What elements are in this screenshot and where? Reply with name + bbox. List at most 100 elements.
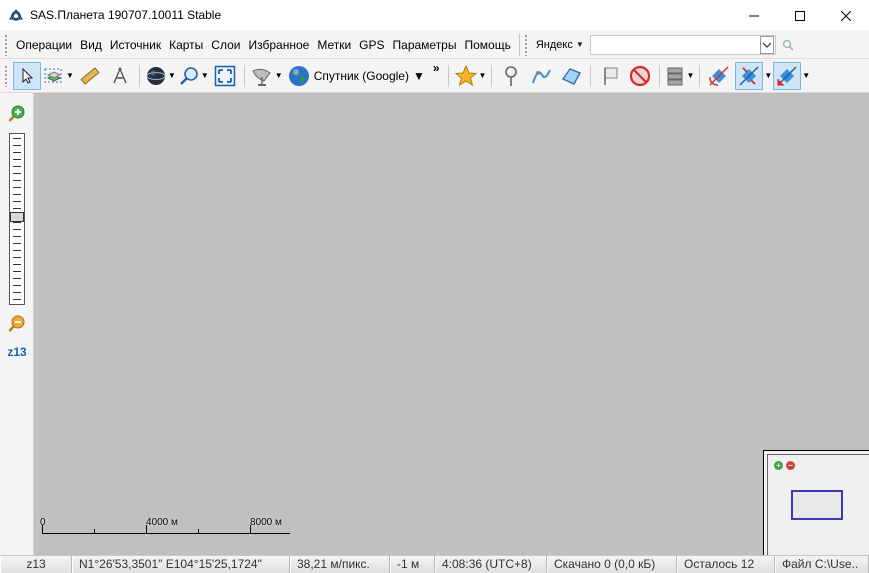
menu-maps[interactable]: Карты [165, 35, 207, 55]
toolbar-separator [699, 64, 701, 87]
search-engine-select[interactable]: Яндекс ▼ [536, 39, 584, 51]
zoom-slider-tick [13, 257, 21, 258]
maximize-button[interactable] [777, 0, 823, 31]
cache-button[interactable]: ▼ [665, 62, 694, 90]
zoom-slider-tick [13, 299, 21, 300]
minimap-zoom-in-icon[interactable]: + [774, 461, 783, 470]
zoom-in-icon[interactable] [8, 105, 26, 123]
search-icon[interactable] [782, 39, 794, 51]
pin-icon [505, 65, 518, 86]
minimap-viewport[interactable] [791, 490, 843, 520]
zoom-slider-tick [13, 159, 21, 160]
gps-center-button[interactable] [773, 61, 802, 90]
chevron-down-icon: ▼ [274, 71, 283, 80]
status-downloaded: Скачано 0 (0,0 кБ) [547, 556, 677, 573]
zoom-slider-tick [13, 229, 21, 230]
zoom-tool-button[interactable]: ▼ [178, 62, 209, 90]
zoom-out-icon[interactable] [8, 315, 26, 333]
show-marks-button[interactable] [596, 62, 624, 90]
menu-operations[interactable]: Операции [12, 35, 76, 55]
zoom-slider-thumb[interactable] [10, 212, 24, 222]
select-area-button[interactable]: ▼ [43, 62, 74, 90]
toolbar-separator [138, 64, 140, 87]
zoom-slider-tick [13, 271, 21, 272]
menu-source[interactable]: Источник [106, 35, 165, 55]
scale-tick [250, 525, 251, 534]
satellite-connect-icon [739, 66, 759, 85]
zoom-slider-tick [13, 152, 21, 153]
maximize-icon [795, 10, 805, 21]
favorites-button[interactable]: ▼ [454, 62, 487, 90]
toolbar-separator [447, 64, 449, 87]
status-resolution: 38,21 м/пикс. [290, 556, 390, 573]
menu-grip[interactable] [4, 33, 8, 56]
ruler-icon [80, 66, 100, 85]
pointer-tool-button[interactable] [13, 61, 41, 90]
map-source-label: Спутник (Google) [313, 68, 409, 83]
minimize-button[interactable] [731, 0, 777, 31]
search-engine-label: Яндекс [535, 38, 573, 51]
hide-marks-button[interactable] [626, 62, 654, 90]
chevron-down-icon: ▼ [575, 40, 584, 49]
minimap[interactable]: + − [763, 450, 869, 555]
window-title: SAS.Планета 190707.10011 Stable [30, 8, 222, 22]
compass-tool-button[interactable] [106, 62, 134, 90]
zoom-slider-tick [13, 138, 21, 139]
chevron-down-icon: ▼ [66, 71, 74, 80]
minimap-zoom-out-icon[interactable]: − [786, 461, 795, 470]
add-polygon-button[interactable] [557, 62, 585, 90]
gps-button[interactable]: ▼ [145, 62, 176, 90]
main-toolbar: ▼ ▼ ▼ ▼ Спутник (Google) ▼ » ▼ ▼ ▼ ▼ [0, 59, 869, 93]
menu-layers[interactable]: Слои [207, 35, 244, 55]
add-path-button[interactable] [527, 62, 555, 90]
toolbar-separator [590, 64, 592, 87]
fullscreen-icon [214, 65, 236, 86]
search-input[interactable] [589, 34, 776, 55]
globe-icon [288, 65, 309, 86]
marks-icon [604, 67, 618, 85]
menu-settings[interactable]: Параметры [389, 35, 461, 55]
scale-label-mid: 4000 м [146, 517, 178, 528]
scale-tick [42, 525, 43, 534]
chevron-down-icon[interactable]: ▼ [764, 71, 772, 80]
zoom-slider-tick [13, 278, 21, 279]
scale-label-end: 8000 м [250, 517, 282, 528]
satellite-signal-icon [709, 66, 729, 86]
zoom-slider-tick [13, 201, 21, 202]
close-icon [841, 10, 851, 21]
satellite-dish-icon [252, 68, 271, 86]
satellite-button[interactable]: ▼ [250, 62, 283, 90]
chevron-down-icon: ▼ [478, 71, 487, 80]
gps-connect-button[interactable] [735, 61, 764, 90]
fullscreen-button[interactable] [211, 62, 239, 90]
zoom-slider[interactable] [9, 133, 25, 305]
chevron-down-icon[interactable]: ▼ [802, 71, 810, 80]
toolbar-grip[interactable] [4, 64, 8, 87]
toolbar-overflow-button[interactable]: » [433, 61, 440, 75]
menu-view[interactable]: Вид [76, 35, 106, 55]
toolbar-separator [491, 64, 493, 87]
zoom-slider-tick [13, 166, 21, 167]
status-remaining: Осталось 12 [677, 556, 775, 573]
chevron-down-icon [762, 42, 771, 48]
gps-track-button[interactable] [705, 62, 733, 90]
menu-favorites[interactable]: Избранное [244, 35, 313, 55]
menu-gps[interactable]: GPS [355, 35, 388, 55]
add-point-button[interactable] [497, 62, 525, 90]
zoom-slider-tick [13, 145, 21, 146]
search-grip[interactable] [523, 33, 528, 56]
search-history-dropdown[interactable] [759, 35, 774, 54]
globe-dark-icon [146, 66, 166, 85]
cursor-icon [22, 67, 34, 84]
polygon-icon [562, 67, 582, 85]
magnifier-icon [179, 66, 198, 85]
ruler-tool-button[interactable] [76, 62, 104, 90]
menu-marks[interactable]: Метки [313, 35, 355, 55]
zoom-slider-tick [13, 243, 21, 244]
menu-help[interactable]: Помощь [460, 35, 514, 55]
zoom-slider-tick [13, 194, 21, 195]
map-source-select[interactable]: Спутник (Google) ▼ [284, 62, 429, 90]
map-view[interactable]: 0 4000 м 8000 м + − [34, 93, 869, 555]
zoom-slider-tick [13, 208, 21, 209]
close-button[interactable] [823, 0, 869, 31]
